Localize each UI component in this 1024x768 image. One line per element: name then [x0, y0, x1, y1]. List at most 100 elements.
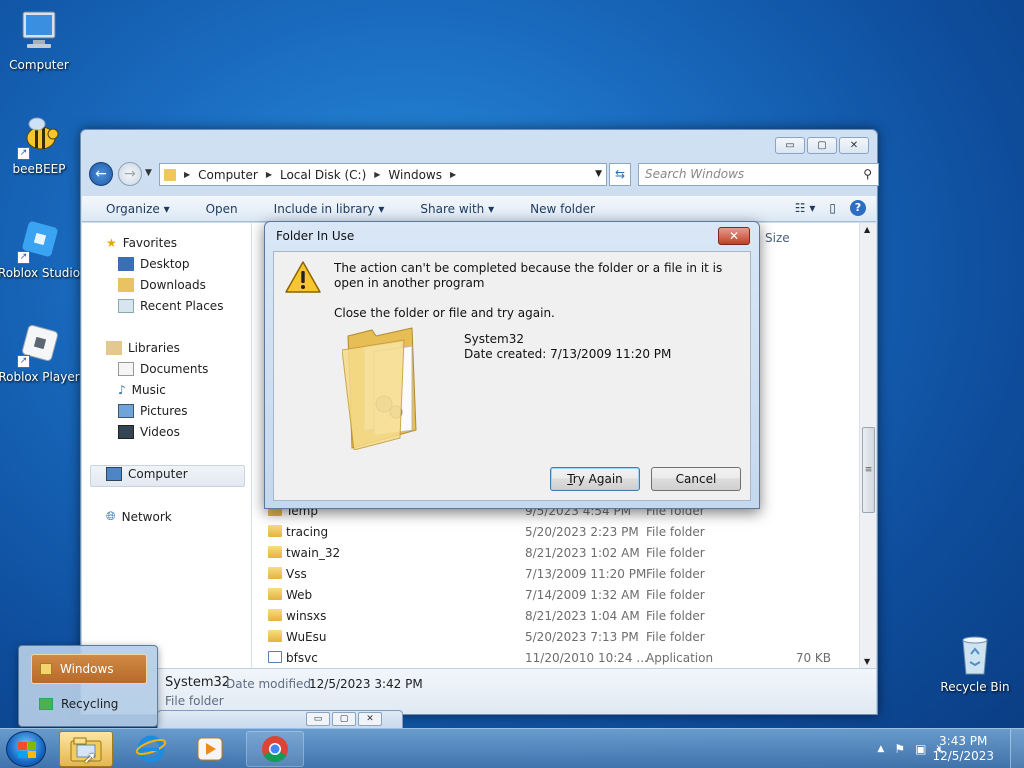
maximize-icon[interactable]: ▢ — [332, 712, 356, 726]
desktop-icon-roblox-player[interactable]: ↗ Roblox Player — [0, 320, 81, 384]
details-type: File folder — [165, 694, 224, 708]
table-row[interactable]: tracing 5/20/2023 2:23 PM File folder — [265, 521, 858, 542]
close-button[interactable]: ✕ — [839, 137, 869, 154]
scroll-thumb[interactable]: ≡ — [862, 427, 875, 513]
cancel-button[interactable]: Cancel — [651, 467, 741, 491]
minimize-button[interactable]: ▭ — [775, 137, 805, 154]
include-in-library-menu[interactable]: Include in library ▾ — [250, 202, 397, 216]
file-date: 7/13/2009 11:20 PM — [525, 566, 647, 581]
table-row[interactable]: bfsvc 11/20/2010 10:24 ... Application 70 K… — [265, 647, 858, 668]
breadcrumb-separator-icon: ▶ — [450, 170, 457, 179]
nav-label: Network — [121, 509, 172, 524]
address-dropdown-icon[interactable]: ▼ — [595, 169, 602, 179]
taskbar-media-player[interactable] — [183, 731, 237, 767]
nav-music[interactable]: ♪ Music — [118, 383, 166, 397]
command-bar: Organize ▾ Open Include in library ▾ Sha… — [82, 196, 876, 222]
address-bar[interactable]: ▶ Computer ▶ Local Disk (C:) ▶ Windows ▶… — [159, 163, 607, 186]
desktop-icon-label: Computer — [9, 58, 69, 72]
action-center-flag-icon[interactable]: ⚑ — [894, 742, 905, 756]
minimize-icon[interactable]: ▭ — [306, 712, 330, 726]
view-options-icon[interactable]: ☷ ▾ — [795, 201, 816, 215]
show-desktop-button[interactable] — [1010, 729, 1024, 768]
nav-favorites[interactable]: ★ Favorites — [106, 236, 177, 250]
table-row[interactable]: Vss 7/13/2009 11:20 PM File folder — [265, 563, 858, 584]
desktop-icon-roblox-studio[interactable]: ↗ Roblox Studio — [0, 216, 81, 280]
system-clock[interactable]: 3:43 PM 12/5/2023 — [932, 734, 994, 764]
maximize-button[interactable]: ▢ — [807, 137, 837, 154]
file-type: File folder — [646, 629, 705, 644]
file-type: Application — [646, 650, 714, 665]
dialog-item-name: System32 — [464, 332, 525, 346]
navigation-bar: ← → ▼ ▶ Computer ▶ Local Disk (C:) ▶ Win… — [89, 162, 879, 188]
breadcrumb-local-disk[interactable]: Local Disk (C:) — [280, 168, 366, 182]
dialog-title: Folder In Use — [276, 229, 355, 243]
taskbar-window-list: Windows Recycling — [18, 645, 158, 727]
help-icon[interactable]: ? — [850, 200, 866, 216]
table-row[interactable]: winsxs 8/21/2023 1:04 AM File folder — [265, 605, 858, 626]
thumbnail-controls: ▭ ▢ ✕ — [306, 712, 382, 726]
file-type: File folder — [646, 566, 705, 581]
new-folder-button[interactable]: New folder — [506, 202, 607, 216]
file-name: Web — [286, 587, 313, 602]
close-icon[interactable]: ✕ — [358, 712, 382, 726]
folder-icon — [268, 588, 282, 600]
star-icon: ★ — [106, 236, 117, 250]
nav-libraries[interactable]: Libraries — [106, 341, 180, 355]
nav-label: Libraries — [128, 341, 180, 355]
desktop-icon-label: Roblox Studio — [0, 266, 81, 280]
nav-videos[interactable]: Videos — [118, 425, 180, 439]
table-row[interactable]: WuEsu 5/20/2023 7:13 PM File folder — [265, 626, 858, 647]
nav-pictures[interactable]: Pictures — [118, 404, 188, 418]
search-input[interactable]: Search Windows ⚲ — [638, 163, 879, 186]
vertical-scrollbar[interactable]: ▲ ≡ ▼ — [859, 223, 876, 668]
show-hidden-icons-icon[interactable]: ▲ — [877, 744, 884, 754]
organize-menu[interactable]: Organize ▾ — [82, 202, 182, 216]
table-row[interactable]: Web 7/14/2009 1:32 AM File folder — [265, 584, 858, 605]
share-with-menu[interactable]: Share with ▾ — [396, 202, 506, 216]
window-list-item-windows[interactable]: Windows — [31, 654, 147, 684]
clock-date: 12/5/2023 — [932, 749, 994, 763]
computer-icon — [106, 467, 122, 481]
preview-pane-icon[interactable]: ▯ — [829, 201, 836, 215]
taskbar-chrome[interactable] — [246, 731, 304, 767]
try-again-button[interactable]: Try Again — [550, 467, 640, 491]
scroll-down-icon[interactable]: ▼ — [864, 657, 870, 666]
file-type: File folder — [646, 545, 705, 560]
libraries-icon — [106, 341, 122, 355]
taskbar-internet-explorer[interactable] — [124, 731, 178, 767]
breadcrumb-computer[interactable]: Computer — [198, 168, 258, 182]
desktop-icon-computer[interactable]: Computer — [0, 8, 81, 72]
window-list-item-recycling[interactable]: Recycling — [31, 689, 147, 719]
nav-desktop[interactable]: Desktop — [118, 257, 190, 271]
nav-computer[interactable]: Computer — [106, 467, 188, 481]
breadcrumb-windows[interactable]: Windows — [388, 168, 442, 182]
dialog-close-button[interactable]: ✕ — [718, 227, 750, 245]
desktop-icon-beebeep[interactable]: ↗ beeBEEP — [0, 112, 81, 176]
nav-network[interactable]: 🌐︎ Network — [106, 509, 172, 524]
network-status-icon[interactable]: ▣ — [915, 742, 926, 756]
nav-downloads[interactable]: Downloads — [118, 278, 206, 292]
recent-pages-dropdown[interactable]: ▼ — [145, 168, 152, 178]
back-arrow-icon[interactable]: ← — [89, 162, 113, 186]
desktop-icon-recycle-bin[interactable]: Recycle Bin — [933, 630, 1017, 694]
open-label: Open — [205, 201, 238, 216]
dialog-body: The action can't be completed because th… — [273, 251, 751, 501]
nav-recent-places[interactable]: Recent Places — [118, 299, 223, 313]
start-button[interactable] — [6, 731, 46, 767]
nav-label: Recent Places — [140, 299, 224, 313]
file-name: WuEsu — [286, 629, 327, 644]
breadcrumb-separator-icon: ▶ — [374, 170, 381, 179]
roblox-player-icon: ↗ — [15, 320, 63, 368]
table-row[interactable]: twain_32 8/21/2023 1:02 AM File folder — [265, 542, 858, 563]
window-controls: ▭ ▢ ✕ — [775, 137, 869, 154]
nav-documents[interactable]: Documents — [118, 362, 208, 376]
refresh-button[interactable]: ⇆ — [609, 163, 631, 186]
pictures-icon — [118, 404, 134, 418]
file-date: 5/20/2023 7:13 PM — [525, 629, 639, 644]
windows-logo-icon — [18, 742, 36, 758]
forward-arrow-icon[interactable]: → — [118, 162, 142, 186]
folder-icon — [268, 630, 282, 642]
file-name: Vss — [286, 566, 307, 581]
scroll-up-icon[interactable]: ▲ — [864, 225, 870, 234]
open-button[interactable]: Open — [182, 202, 250, 216]
